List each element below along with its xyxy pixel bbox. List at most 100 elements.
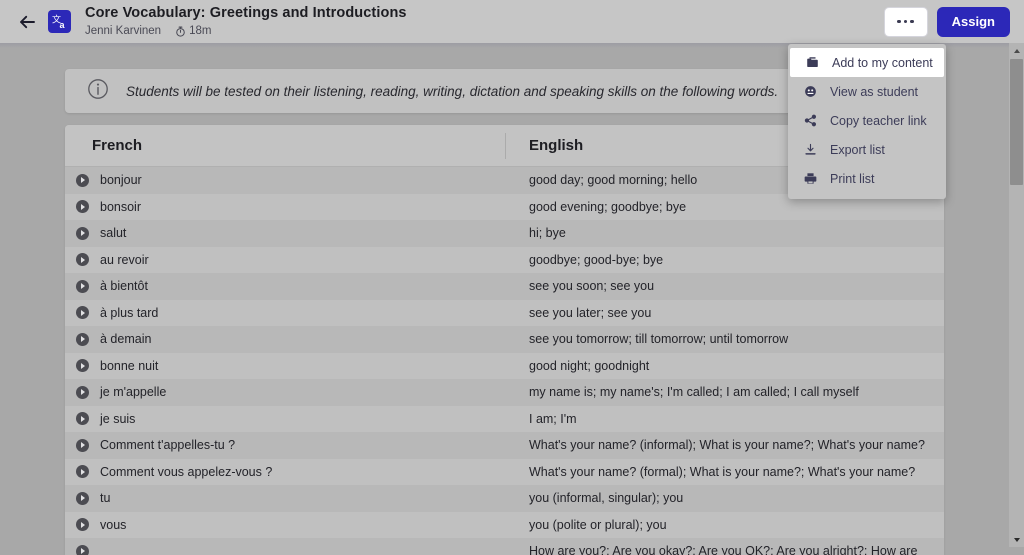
french-term: je m'appelle: [100, 385, 167, 400]
english-translation: good day; good morning; hello: [529, 173, 698, 188]
french-term: Comment vous appelez-vous ?: [100, 464, 273, 479]
column-header-english: English: [529, 137, 584, 154]
play-circle-icon[interactable]: [76, 491, 89, 505]
play-circle-icon[interactable]: [76, 412, 89, 426]
play-circle-icon[interactable]: [76, 438, 89, 452]
table-row[interactable]: je m'appelle my name is; my name's; I'm c…: [65, 379, 944, 406]
folder-add-icon: [804, 56, 820, 69]
french-term: bonne nuit: [100, 358, 159, 373]
play-circle-icon[interactable]: [76, 226, 89, 240]
back-button[interactable]: [10, 5, 44, 39]
french-term: à plus tard: [100, 305, 159, 320]
more-options-button[interactable]: [883, 6, 928, 37]
vertical-scrollbar[interactable]: [1009, 43, 1024, 547]
cell-french: vous: [65, 518, 505, 532]
dot-3: [910, 19, 914, 24]
french-term: je suis: [100, 411, 136, 426]
cell-french: à plus tard: [65, 306, 505, 320]
menu-item-print-list[interactable]: Print list: [788, 164, 946, 193]
english-translation: What's your name? (formal); What is your…: [529, 464, 916, 479]
play-circle-icon[interactable]: [76, 359, 89, 373]
assign-button[interactable]: Assign: [936, 6, 1010, 37]
cell-french: à demain: [65, 332, 505, 346]
cell-french: tu: [65, 491, 505, 505]
french-term: salut: [100, 226, 127, 241]
cell-french: bonjour: [65, 173, 505, 187]
download-icon: [802, 143, 818, 156]
english-translation: see you tomorrow; till tomorrow; until t…: [529, 332, 789, 347]
menu-item-export-list[interactable]: Export list: [788, 135, 946, 164]
menu-item-copy-teacher-link[interactable]: Copy teacher link: [788, 106, 946, 135]
english-translation: you (informal, singular); you: [529, 491, 684, 506]
english-translation: How are you?; Are you okay?; Are you OK?…: [529, 544, 918, 555]
english-translation: What's your name? (informal); What is yo…: [529, 438, 925, 453]
title-block: Core Vocabulary: Greetings and Introduct…: [85, 5, 884, 38]
english-translation: I am; I'm: [529, 411, 577, 426]
cell-french: à bientôt: [65, 279, 505, 293]
menu-item-label: Copy teacher link: [830, 113, 927, 128]
dot-1: [897, 19, 901, 24]
french-term: vous: [100, 517, 127, 532]
play-circle-icon[interactable]: [76, 306, 89, 320]
english-translation: see you later; see you: [529, 305, 652, 320]
more-options-menu: Add to my content View as student Copy tea…: [788, 44, 946, 199]
duration-label: 18m: [189, 25, 212, 37]
menu-item-label: View as student: [830, 84, 919, 99]
table-row[interactable]: Comment t'appelles-tu ? What's your name?…: [65, 432, 944, 459]
play-circle-icon[interactable]: [76, 385, 89, 399]
play-circle-icon[interactable]: [76, 279, 89, 293]
menu-item-label: Print list: [830, 171, 875, 186]
header-actions: Assign: [883, 6, 1010, 37]
menu-item-view-as-student[interactable]: View as student: [788, 77, 946, 106]
table-row[interactable]: à plus tard see you later; see you: [65, 299, 944, 326]
table-row[interactable]: à bientôt see you soon; see you: [65, 273, 944, 300]
play-circle-icon[interactable]: [76, 332, 89, 346]
table-row[interactable]: Comment vous appelez-vous ? What's your n…: [65, 458, 944, 485]
cell-french: bonne nuit: [65, 359, 505, 373]
english-translation: you (polite or plural); you: [529, 517, 667, 532]
english-translation: good night; goodnight: [529, 358, 650, 373]
cell-french: au revoir: [65, 253, 505, 267]
scrollbar-thumb[interactable]: [1010, 59, 1023, 185]
table-body: bonjour good day; good morning; hello bons…: [65, 167, 944, 555]
play-circle-icon[interactable]: [76, 253, 89, 267]
app-header: 文 a Core Vocabulary: Greetings and Intro…: [0, 0, 1024, 43]
cell-french: [65, 544, 505, 555]
cell-french: je m'appelle: [65, 385, 505, 399]
table-row[interactable]: vous you (polite or plural); you: [65, 511, 944, 538]
dot-2: [903, 19, 908, 24]
share-icon: [802, 114, 818, 127]
french-term: à bientôt: [100, 279, 148, 294]
french-term: à demain: [100, 332, 152, 347]
cell-french: Comment t'appelles-tu ?: [65, 438, 505, 452]
play-circle-icon[interactable]: [76, 173, 89, 187]
table-row[interactable]: salut hi; bye: [65, 220, 944, 247]
play-circle-icon[interactable]: [76, 544, 89, 555]
table-row[interactable]: je suis I am; I'm: [65, 405, 944, 432]
play-circle-icon[interactable]: [76, 200, 89, 214]
svg-text:a: a: [60, 20, 66, 30]
menu-item-add-to-my-content[interactable]: Add to my content: [790, 48, 944, 77]
english-translation: good evening; goodbye; bye: [529, 199, 687, 214]
french-term: bonsoir: [100, 199, 141, 214]
english-translation: my name is; my name's; I'm called; I am …: [529, 385, 859, 400]
page-title: Core Vocabulary: Greetings and Introduct…: [85, 5, 407, 21]
author-name: Jenni Karvinen: [85, 25, 162, 37]
table-row[interactable]: au revoir goodbye; good-bye; bye: [65, 246, 944, 273]
french-term: bonjour: [100, 173, 142, 188]
stopwatch-icon: [175, 26, 186, 37]
scroll-up-button[interactable]: [1009, 43, 1024, 58]
table-row[interactable]: bonne nuit good night; goodnight: [65, 352, 944, 379]
table-row[interactable]: tu you (informal, singular); you: [65, 485, 944, 512]
cell-french: salut: [65, 226, 505, 240]
cell-french: je suis: [65, 412, 505, 426]
table-row[interactable]: à demain see you tomorrow; till tomorrow;…: [65, 326, 944, 353]
english-translation: goodbye; good-bye; bye: [529, 252, 664, 267]
menu-item-label: Export list: [830, 142, 885, 157]
scroll-down-button[interactable]: [1009, 532, 1024, 547]
arrow-left-icon: [18, 13, 36, 31]
column-header-french: French: [92, 137, 143, 154]
play-circle-icon[interactable]: [76, 518, 89, 532]
play-circle-icon[interactable]: [76, 465, 89, 479]
student-face-icon: [802, 85, 818, 98]
